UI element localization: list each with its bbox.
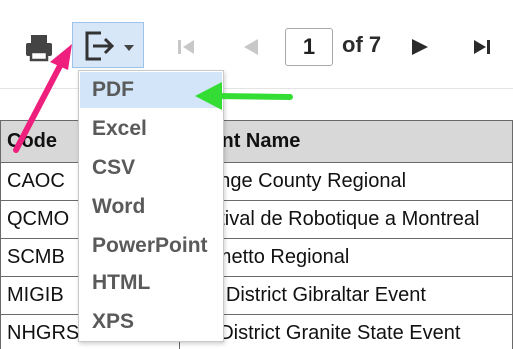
export-icon bbox=[85, 31, 115, 61]
last-page-button[interactable] bbox=[466, 30, 500, 64]
toolbar-divider bbox=[0, 88, 513, 89]
next-page-button[interactable] bbox=[404, 30, 434, 64]
previous-page-button[interactable] bbox=[236, 30, 266, 64]
cell-event-name: FIM District Gibraltar Event bbox=[178, 276, 513, 315]
report-table-container: Code Event Name CAOC Orange County Regio… bbox=[0, 120, 513, 349]
first-page-icon bbox=[178, 40, 194, 54]
menu-item-excel[interactable]: Excel bbox=[80, 111, 222, 147]
cell-event-name: Orange County Regional bbox=[178, 162, 513, 201]
menu-item-word[interactable]: Word bbox=[80, 189, 222, 225]
first-page-button[interactable] bbox=[172, 30, 202, 64]
export-format-menu: PDF Excel CSV Word PowerPoint HTML XPS bbox=[78, 70, 224, 342]
last-page-icon bbox=[474, 40, 490, 54]
previous-page-icon bbox=[244, 39, 258, 55]
chevron-down-icon bbox=[124, 45, 134, 51]
page-number-input[interactable] bbox=[285, 28, 333, 66]
menu-item-powerpoint[interactable]: PowerPoint bbox=[80, 228, 222, 264]
column-header-event-name: Event Name bbox=[178, 120, 513, 163]
menu-item-xps[interactable]: XPS bbox=[80, 304, 222, 340]
cell-event-name: Palmetto Regional bbox=[178, 238, 513, 277]
menu-item-html[interactable]: HTML bbox=[80, 265, 222, 301]
page-count-label: of 7 bbox=[342, 32, 382, 57]
menu-item-pdf[interactable]: PDF bbox=[80, 72, 222, 108]
report-table: Code Event Name CAOC Orange County Regio… bbox=[0, 120, 513, 349]
cell-event-name: Festival de Robotique a Montreal bbox=[178, 200, 513, 239]
cell-event-name: NE District Granite State Event bbox=[178, 314, 513, 349]
next-page-icon bbox=[412, 39, 428, 55]
report-toolbar: of 7 bbox=[0, 0, 513, 88]
print-button[interactable] bbox=[22, 30, 56, 64]
printer-icon bbox=[26, 35, 52, 62]
menu-item-csv[interactable]: CSV bbox=[80, 150, 222, 186]
export-button[interactable] bbox=[72, 22, 144, 68]
